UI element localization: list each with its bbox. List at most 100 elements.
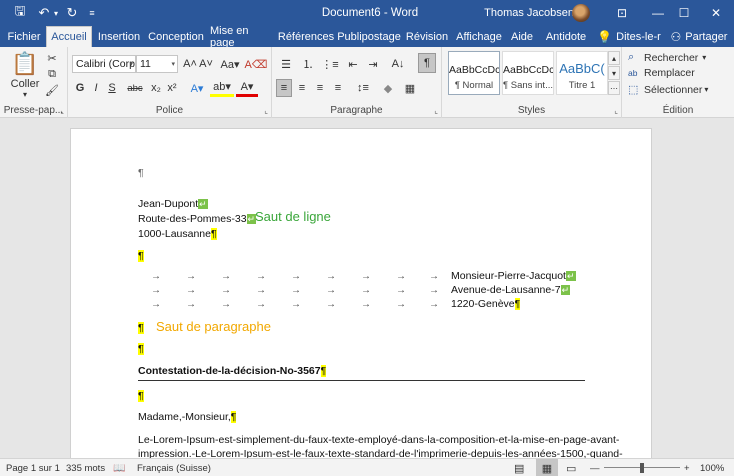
- sender-name: Jean-Dupont: [138, 198, 199, 210]
- user-name[interactable]: Thomas Jacobsen: [484, 0, 574, 26]
- select-dropdown-icon[interactable]: ▾: [704, 85, 708, 94]
- tab-tell-me[interactable]: 💡 Dites-le-r: [596, 26, 662, 47]
- tab-conception[interactable]: Conception: [148, 26, 204, 47]
- subscript-button[interactable]: x₂: [148, 79, 164, 97]
- font-size-dropdown-icon[interactable]: ▾: [171, 60, 175, 68]
- styles-more-icon[interactable]: ⋯: [608, 81, 620, 95]
- tab-accueil[interactable]: Accueil: [46, 26, 92, 47]
- tab-mark: →: [221, 285, 231, 296]
- document-page[interactable]: ¶ Jean-Dupont↵ Route-des-Pommes-33↵ Saut…: [70, 128, 652, 458]
- strikethrough-button[interactable]: abc: [124, 79, 146, 97]
- shading-icon[interactable]: ◆: [378, 79, 398, 97]
- maximize-icon[interactable]: ☐: [666, 0, 702, 26]
- increase-indent-icon[interactable]: ⇥: [364, 55, 382, 73]
- font-launcher-icon[interactable]: ⌞: [264, 106, 268, 115]
- zoom-out-button[interactable]: —: [590, 459, 600, 476]
- save-icon[interactable]: 🖫: [8, 0, 32, 26]
- select-button[interactable]: ⬚ Sélectionner ▾: [628, 83, 708, 97]
- tab-affichage[interactable]: Affichage: [454, 26, 504, 47]
- paragraph-launcher-icon[interactable]: ⌞: [434, 106, 438, 115]
- proofing-icon[interactable]: 📖: [113, 459, 125, 476]
- tab-antidote[interactable]: Antidote: [544, 26, 588, 47]
- clipboard-launcher-icon[interactable]: ⌞: [60, 106, 64, 115]
- font-name-combo[interactable]: Calibri (Corp ▾: [72, 55, 136, 73]
- undo-dropdown-icon[interactable]: ▾: [52, 0, 60, 26]
- customize-qat-icon[interactable]: ≡: [80, 0, 104, 26]
- font-color-icon[interactable]: A▾: [236, 79, 258, 97]
- document-area[interactable]: ¶ Jean-Dupont↵ Route-des-Pommes-33↵ Saut…: [0, 118, 734, 458]
- style-no-spacing[interactable]: AaBbCcDc ¶ Sans int...: [502, 51, 554, 95]
- group-label-clipboard: Presse-pap...: [3, 105, 64, 116]
- paste-dropdown-icon[interactable]: ▾: [6, 89, 44, 99]
- paragraph-mark: ¶: [210, 228, 217, 240]
- line-break-mark: ↵: [560, 285, 571, 295]
- tab-mark: →: [186, 271, 196, 282]
- styles-scroll-down-icon[interactable]: ▾: [608, 66, 620, 80]
- tab-mark: →: [429, 285, 439, 296]
- format-painter-icon[interactable]: 🖌: [44, 83, 60, 97]
- tab-mark: →: [291, 271, 301, 282]
- tab-references[interactable]: Références: [278, 26, 334, 47]
- close-icon[interactable]: ✕: [698, 0, 734, 26]
- copy-icon[interactable]: ⧉: [44, 67, 60, 81]
- decrease-indent-icon[interactable]: ⇤: [344, 55, 362, 73]
- bullets-icon[interactable]: ☰: [276, 55, 296, 73]
- tab-mise-en-page[interactable]: Mise en page: [210, 25, 274, 49]
- zoom-slider-thumb[interactable]: [640, 463, 644, 473]
- grow-font-icon[interactable]: A˄: [182, 55, 198, 73]
- web-layout-icon[interactable]: ▭: [566, 459, 576, 476]
- align-left-icon[interactable]: ≡: [276, 79, 292, 97]
- replace-button[interactable]: ab Remplacer: [628, 67, 695, 79]
- underline-button[interactable]: S: [104, 79, 120, 97]
- styles-scroll-up-icon[interactable]: ▴: [608, 51, 620, 65]
- text-effects-icon[interactable]: A▾: [186, 79, 208, 97]
- body-line-1: Le-Lorem-Ipsum-est-simplement-du-faux-te…: [138, 434, 620, 446]
- superscript-button[interactable]: x²: [164, 79, 180, 97]
- paste-icon[interactable]: 📋: [10, 51, 40, 77]
- ribbon-options-icon[interactable]: ⊡: [604, 0, 640, 26]
- tab-insertion[interactable]: Insertion: [96, 26, 142, 47]
- find-button[interactable]: ⌕ Rechercher ▾: [628, 51, 706, 64]
- line-spacing-icon[interactable]: ↕≡: [352, 79, 374, 97]
- bold-button[interactable]: G: [72, 79, 88, 97]
- find-dropdown-icon[interactable]: ▾: [702, 53, 706, 62]
- read-mode-icon[interactable]: ▤: [514, 459, 524, 476]
- numbering-icon[interactable]: ⒈: [298, 55, 318, 73]
- align-right-icon[interactable]: ≡: [312, 79, 328, 97]
- cut-icon[interactable]: ✂: [44, 51, 60, 65]
- replace-icon: ab: [628, 68, 638, 78]
- highlight-color-icon[interactable]: ab▾: [210, 79, 234, 97]
- change-case-icon[interactable]: Aa▾: [218, 55, 242, 73]
- tab-aide[interactable]: Aide: [508, 26, 536, 47]
- style-normal[interactable]: AaBbCcDc ¶ Normal: [448, 51, 500, 95]
- style-heading-1[interactable]: AaBbC( Titre 1: [556, 51, 608, 95]
- multilevel-list-icon[interactable]: ⋮≡: [320, 55, 340, 73]
- tab-revision[interactable]: Révision: [406, 26, 448, 47]
- clear-formatting-icon[interactable]: A⌫: [245, 55, 268, 73]
- styles-launcher-icon[interactable]: ⌞: [614, 106, 618, 115]
- sort-icon[interactable]: A↓: [388, 55, 408, 73]
- recipient-city: 1220-Genève: [451, 298, 515, 310]
- font-size-combo[interactable]: 11 ▾: [136, 55, 178, 73]
- avatar[interactable]: [572, 4, 590, 22]
- style-heading-1-sample: AaBbC(: [559, 61, 605, 76]
- tab-mark: →: [186, 299, 196, 310]
- print-layout-icon[interactable]: ▦: [536, 459, 558, 476]
- font-name-dropdown-icon[interactable]: ▾: [129, 60, 133, 68]
- zoom-level[interactable]: 100%: [700, 459, 724, 476]
- justify-icon[interactable]: ≡: [330, 79, 346, 97]
- tell-me-label: Dites-le-r: [616, 30, 661, 43]
- page-count[interactable]: Page 1 sur 1: [6, 459, 60, 476]
- zoom-in-button[interactable]: +: [684, 459, 690, 476]
- tab-publipostage[interactable]: Publipostage: [337, 26, 401, 47]
- borders-icon[interactable]: ▦: [400, 79, 420, 97]
- italic-button[interactable]: I: [88, 79, 104, 97]
- shrink-font-icon[interactable]: A˅: [198, 55, 214, 73]
- sender-city: 1000-Lausanne: [138, 228, 211, 240]
- word-count[interactable]: 335 mots: [66, 459, 105, 476]
- align-center-icon[interactable]: ≡: [294, 79, 310, 97]
- tab-fichier[interactable]: Fichier: [4, 26, 44, 47]
- show-formatting-marks-button[interactable]: ¶: [418, 53, 436, 73]
- language-indicator[interactable]: Français (Suisse): [137, 459, 211, 476]
- share-button[interactable]: ⚇ Partager: [666, 26, 732, 47]
